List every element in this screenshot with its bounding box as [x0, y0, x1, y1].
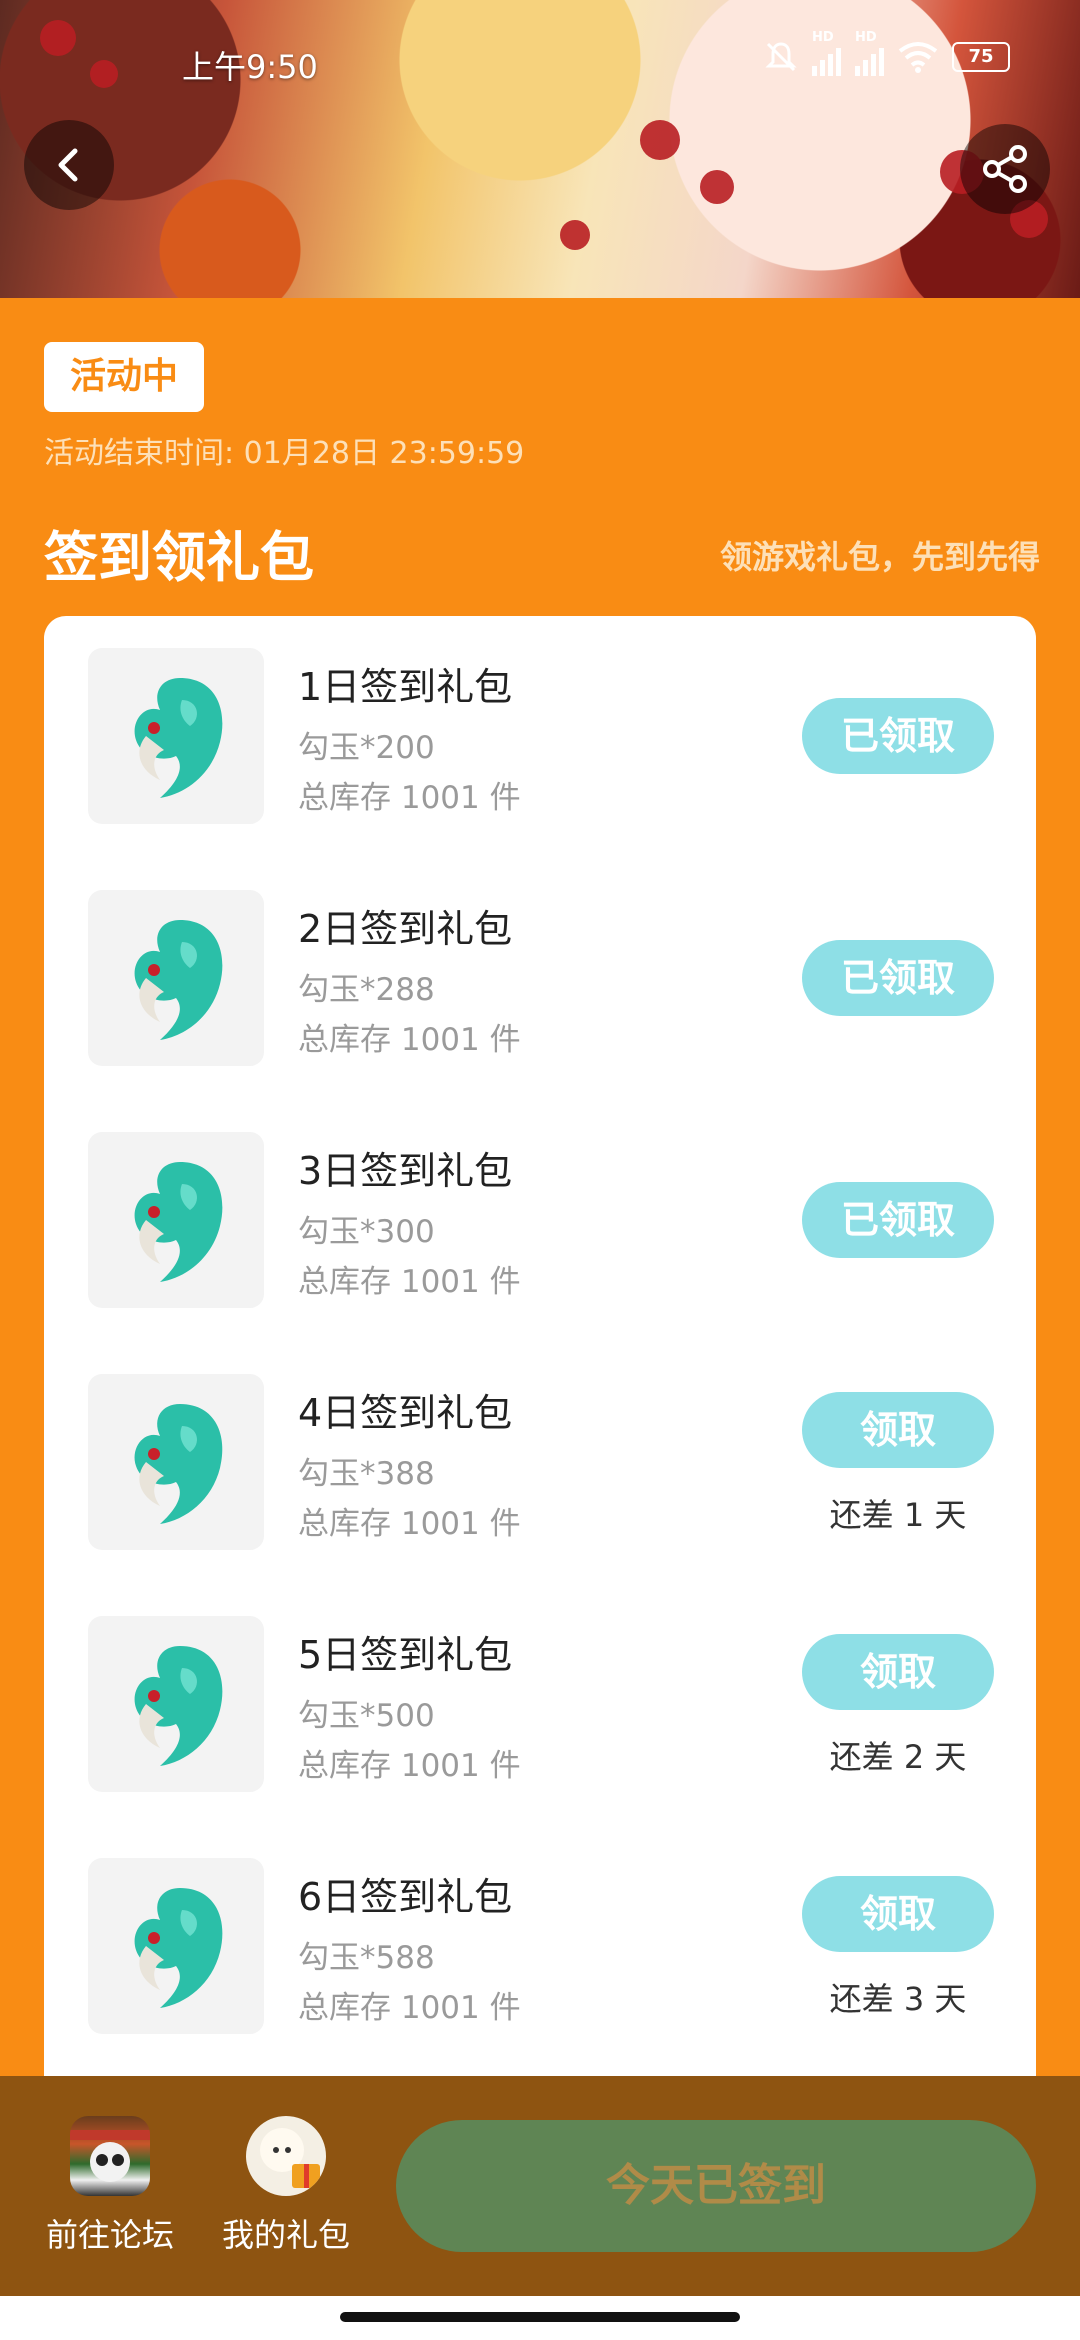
status-badge: 活动中	[44, 342, 204, 412]
claim-button[interactable]: 领取	[802, 1634, 994, 1710]
gift-stock: 总库存 1001 件	[298, 1748, 521, 1784]
claim-button[interactable]: 领取	[802, 1392, 994, 1468]
magatama-icon	[134, 1404, 223, 1524]
gift-stock: 总库存 1001 件	[298, 1022, 521, 1058]
gift-item: 4日签到礼包 勾玉*388 总库存 1001 件 领取 还差 1 天	[44, 1342, 1036, 1584]
section-subtitle: 领游戏礼包，先到先得	[719, 538, 1040, 576]
signed-in-button[interactable]: 今天已签到	[396, 2120, 1036, 2252]
days-remaining: 还差 3 天	[829, 1980, 967, 2018]
hd-label: HD	[812, 30, 834, 45]
battery-icon: 75	[952, 42, 1010, 72]
gift-reward: 勾玉*288	[298, 972, 435, 1008]
gift-stock: 总库存 1001 件	[298, 780, 521, 816]
gift-thumbnail	[88, 648, 264, 824]
gift-name: 4日签到礼包	[298, 1391, 513, 1435]
gift-item: 6日签到礼包 勾玉*588 总库存 1001 件 领取 还差 3 天	[44, 1826, 1036, 2068]
gift-thumbnail	[88, 1616, 264, 1792]
gift-name: 1日签到礼包	[298, 665, 513, 709]
claimed-button[interactable]: 已领取	[802, 940, 994, 1016]
mute-bell-icon	[765, 42, 797, 72]
gift-bag-icon	[246, 2116, 326, 2196]
claim-button[interactable]: 领取	[802, 1876, 994, 1952]
gift-thumbnail	[88, 890, 264, 1066]
back-button[interactable]	[24, 120, 114, 210]
days-remaining: 还差 1 天	[829, 1496, 967, 1534]
gift-thumbnail	[88, 1132, 264, 1308]
magatama-icon	[134, 1162, 223, 1282]
magatama-icon	[134, 1646, 223, 1766]
hd-label: HD	[855, 30, 877, 45]
gift-reward: 勾玉*200	[298, 730, 435, 766]
gift-name: 6日签到礼包	[298, 1875, 513, 1919]
wifi-icon	[898, 42, 938, 73]
gift-reward: 勾玉*588	[298, 1940, 435, 1976]
gift-list[interactable]: 1日签到礼包 勾玉*200 总库存 1001 件 已领取 2日签到礼包 勾玉*2…	[44, 616, 1036, 2076]
gift-name: 2日签到礼包	[298, 907, 513, 951]
bottom-bar: 前往论坛 我的礼包 今天已签到	[0, 2076, 1080, 2296]
chevron-left-icon	[58, 148, 78, 182]
gift-reward: 勾玉*300	[298, 1214, 435, 1250]
banner-image: 上午9:50 HD HD 75	[0, 0, 1080, 298]
share-icon	[983, 145, 1027, 193]
gift-thumbnail	[88, 1374, 264, 1550]
gift-name: 3日签到礼包	[298, 1149, 513, 1193]
forum-button[interactable]: 前往论坛	[44, 2116, 176, 2256]
magatama-icon	[134, 678, 223, 798]
gift-name: 5日签到礼包	[298, 1633, 513, 1677]
section-title: 签到领礼包	[44, 526, 314, 589]
forum-label: 前往论坛	[45, 2216, 174, 2254]
gift-item: 2日签到礼包 勾玉*288 总库存 1001 件 已领取	[44, 858, 1036, 1100]
gift-stock: 总库存 1001 件	[298, 1990, 521, 2026]
game-avatar-icon	[70, 2116, 150, 2196]
status-time: 上午9:50	[182, 48, 318, 86]
gift-stock: 总库存 1001 件	[298, 1264, 521, 1300]
magatama-icon	[134, 1888, 223, 2008]
magatama-icon	[134, 920, 223, 1040]
my-gifts-label: 我的礼包	[221, 2216, 350, 2254]
gift-item: 5日签到礼包 勾玉*500 总库存 1001 件 领取 还差 2 天	[44, 1584, 1036, 1826]
claimed-button[interactable]: 已领取	[802, 1182, 994, 1258]
gift-item: 3日签到礼包 勾玉*300 总库存 1001 件 已领取	[44, 1100, 1036, 1342]
claimed-button[interactable]: 已领取	[802, 698, 994, 774]
home-indicator	[0, 2296, 1080, 2340]
days-remaining: 还差 2 天	[829, 1738, 967, 1776]
share-button[interactable]	[960, 124, 1050, 214]
gift-stock: 总库存 1001 件	[298, 1506, 521, 1542]
status-bar: 上午9:50 HD HD 75	[0, 30, 1080, 90]
gift-item: 1日签到礼包 勾玉*200 总库存 1001 件 已领取	[44, 616, 1036, 858]
gift-reward: 勾玉*500	[298, 1698, 435, 1734]
gift-thumbnail	[88, 1858, 264, 2034]
my-gifts-button[interactable]: 我的礼包	[218, 2116, 354, 2256]
gift-reward: 勾玉*388	[298, 1456, 435, 1492]
activity-end-time: 活动结束时间: 01月28日 23:59:59	[44, 436, 525, 471]
